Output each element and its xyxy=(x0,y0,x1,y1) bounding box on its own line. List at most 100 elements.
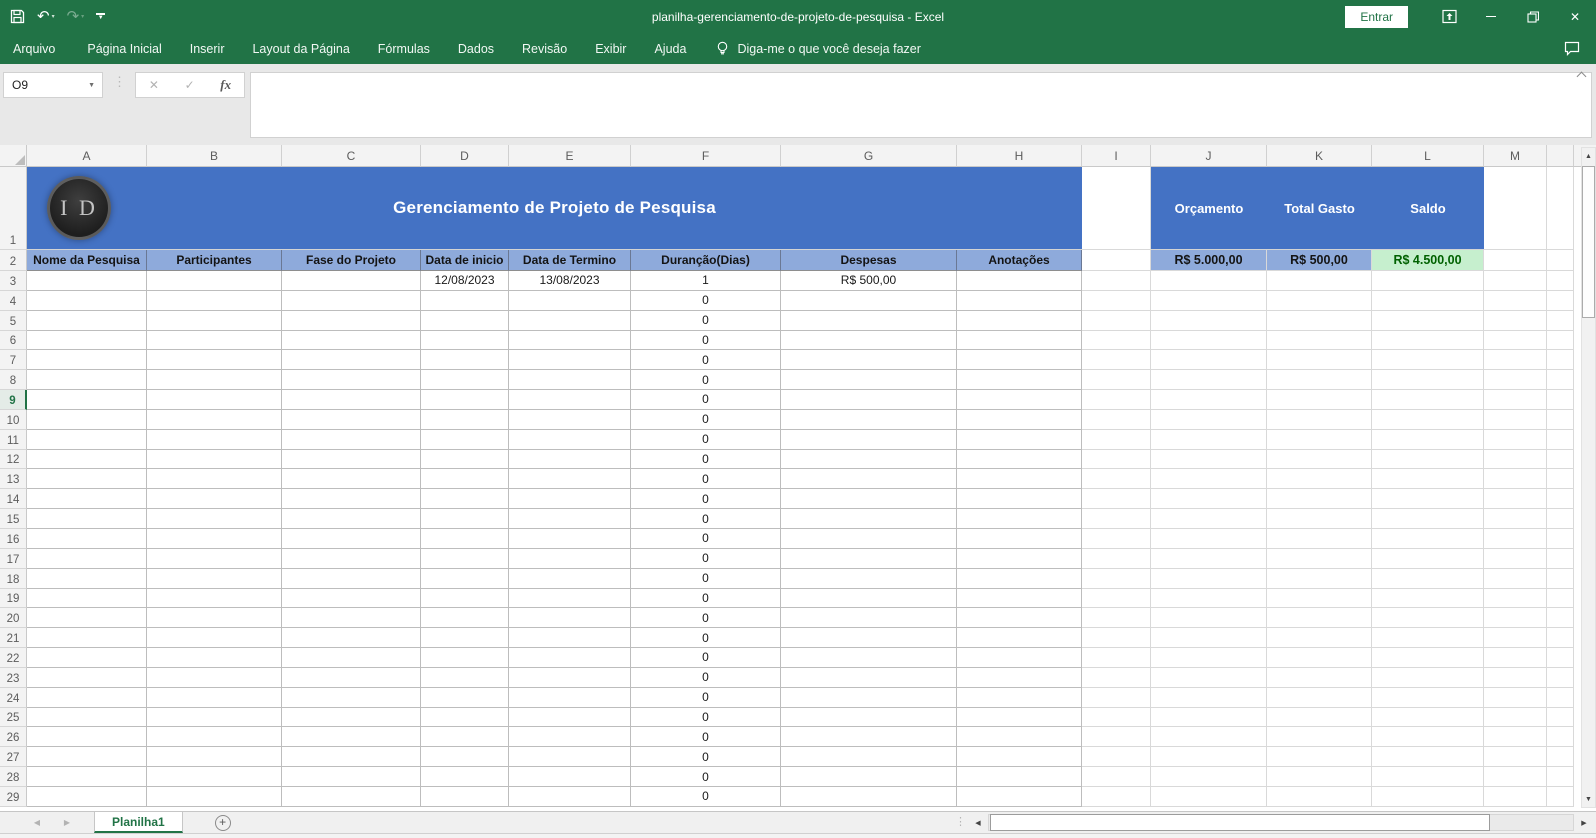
cell-F6[interactable]: 0 xyxy=(631,330,781,351)
cell-M12[interactable] xyxy=(1484,449,1547,470)
row-header-8[interactable]: 8 xyxy=(0,370,27,391)
cell-K2[interactable]: R$ 500,00 xyxy=(1267,250,1372,271)
cell-I23[interactable] xyxy=(1082,667,1151,688)
column-header-C[interactable]: C xyxy=(282,145,421,167)
cell-D20[interactable] xyxy=(421,608,509,629)
cell-partial10[interactable] xyxy=(1547,409,1574,430)
cell-J11[interactable] xyxy=(1151,429,1267,450)
cell-A28[interactable] xyxy=(27,767,147,787)
cell-F23[interactable]: 0 xyxy=(631,667,781,688)
next-sheet-icon[interactable]: ▶ xyxy=(52,812,82,833)
cell-B6[interactable] xyxy=(147,330,282,351)
cell-J4[interactable] xyxy=(1151,290,1267,311)
cell-E19[interactable] xyxy=(509,588,631,609)
cell-F17[interactable]: 0 xyxy=(631,548,781,569)
cell-G9[interactable] xyxy=(781,390,957,410)
cell-A17[interactable] xyxy=(27,548,147,569)
row-header-26[interactable]: 26 xyxy=(0,727,27,748)
cell-L20[interactable] xyxy=(1372,608,1484,629)
cell-K18[interactable] xyxy=(1267,568,1372,589)
restore-button[interactable] xyxy=(1512,0,1554,33)
cell-I6[interactable] xyxy=(1082,330,1151,351)
cell-D29[interactable] xyxy=(421,786,509,807)
cell-C6[interactable] xyxy=(282,330,421,351)
cell-H15[interactable] xyxy=(957,509,1082,529)
row-header-24[interactable]: 24 xyxy=(0,687,27,708)
sheet-tab-planilha1[interactable]: Planilha1 xyxy=(94,812,183,833)
cell-E11[interactable] xyxy=(509,429,631,450)
cell-B18[interactable] xyxy=(147,568,282,589)
cell-C12[interactable] xyxy=(282,449,421,470)
cell-D26[interactable] xyxy=(421,727,509,748)
row-header-14[interactable]: 14 xyxy=(0,489,27,510)
cell-J8[interactable] xyxy=(1151,370,1267,391)
cell-H19[interactable] xyxy=(957,588,1082,609)
cell-B7[interactable] xyxy=(147,350,282,371)
cell-I21[interactable] xyxy=(1082,628,1151,649)
cell-K22[interactable] xyxy=(1267,648,1372,668)
cell-G16[interactable] xyxy=(781,528,957,549)
cell-A4[interactable] xyxy=(27,290,147,311)
cell-C8[interactable] xyxy=(282,370,421,391)
cell-F13[interactable]: 0 xyxy=(631,469,781,490)
cell-D21[interactable] xyxy=(421,628,509,649)
cell-C27[interactable] xyxy=(282,747,421,768)
cell-E10[interactable] xyxy=(509,409,631,430)
row-header-12[interactable]: 12 xyxy=(0,449,27,470)
cell-F22[interactable]: 0 xyxy=(631,648,781,668)
cell-C19[interactable] xyxy=(282,588,421,609)
cell-A27[interactable] xyxy=(27,747,147,768)
cell-C26[interactable] xyxy=(282,727,421,748)
cell-H21[interactable] xyxy=(957,628,1082,649)
cell-C20[interactable] xyxy=(282,608,421,629)
cell-B26[interactable] xyxy=(147,727,282,748)
cell-M18[interactable] xyxy=(1484,568,1547,589)
cell-partial20[interactable] xyxy=(1547,608,1574,629)
cell-H27[interactable] xyxy=(957,747,1082,768)
cell-H6[interactable] xyxy=(957,330,1082,351)
cell-A23[interactable] xyxy=(27,667,147,688)
cell-A6[interactable] xyxy=(27,330,147,351)
cell-I9[interactable] xyxy=(1082,390,1151,410)
cell-D12[interactable] xyxy=(421,449,509,470)
cell-C13[interactable] xyxy=(282,469,421,490)
cell-partial15[interactable] xyxy=(1547,509,1574,529)
cell-K25[interactable] xyxy=(1267,707,1372,728)
cell-L2[interactable]: R$ 4.500,00 xyxy=(1372,250,1484,271)
cell-H5[interactable] xyxy=(957,310,1082,331)
cell-J5[interactable] xyxy=(1151,310,1267,331)
row-header-16[interactable]: 16 xyxy=(0,528,27,549)
cell-F9[interactable]: 0 xyxy=(631,390,781,410)
cell-E26[interactable] xyxy=(509,727,631,748)
cell-partial7[interactable] xyxy=(1547,350,1574,371)
cell-B27[interactable] xyxy=(147,747,282,768)
cell-E24[interactable] xyxy=(509,687,631,708)
cell-C16[interactable] xyxy=(282,528,421,549)
ribbon-tab-layout-da-página[interactable]: Layout da Página xyxy=(238,33,363,64)
row-header-19[interactable]: 19 xyxy=(0,588,27,609)
cell-E3[interactable]: 13/08/2023 xyxy=(509,271,631,291)
vertical-scrollbar[interactable]: ▲ ▼ xyxy=(1581,147,1596,808)
cell-partial25[interactable] xyxy=(1547,707,1574,728)
cancel-entry-icon[interactable]: ✕ xyxy=(149,78,159,92)
cell-L9[interactable] xyxy=(1372,390,1484,410)
cell-E2[interactable]: Data de Termino xyxy=(509,250,631,271)
cell-I27[interactable] xyxy=(1082,747,1151,768)
cell-H8[interactable] xyxy=(957,370,1082,391)
cell-H16[interactable] xyxy=(957,528,1082,549)
row-header-21[interactable]: 21 xyxy=(0,628,27,649)
scroll-down-icon[interactable]: ▼ xyxy=(1582,791,1595,807)
cell-K19[interactable] xyxy=(1267,588,1372,609)
cell-partial21[interactable] xyxy=(1547,628,1574,649)
cell-I2[interactable] xyxy=(1082,250,1151,271)
cell-M19[interactable] xyxy=(1484,588,1547,609)
cell-D17[interactable] xyxy=(421,548,509,569)
select-all-corner[interactable] xyxy=(0,145,27,167)
cell-L18[interactable] xyxy=(1372,568,1484,589)
cell-G12[interactable] xyxy=(781,449,957,470)
cell-C10[interactable] xyxy=(282,409,421,430)
column-header-J[interactable]: J xyxy=(1151,145,1267,167)
cell-D25[interactable] xyxy=(421,707,509,728)
cell-H23[interactable] xyxy=(957,667,1082,688)
cell-partial12[interactable] xyxy=(1547,449,1574,470)
